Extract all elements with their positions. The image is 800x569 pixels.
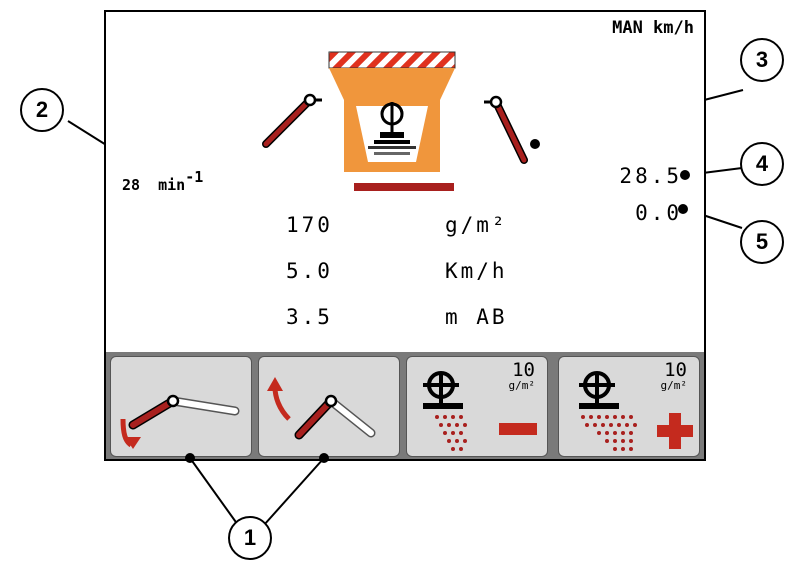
callout-1: 1 bbox=[228, 516, 272, 560]
callout-4: 4 bbox=[740, 142, 784, 186]
callout-dots bbox=[185, 139, 690, 463]
callout-5: 5 bbox=[740, 220, 784, 264]
callout-2: 2 bbox=[20, 88, 64, 132]
callout-3: 3 bbox=[740, 38, 784, 82]
